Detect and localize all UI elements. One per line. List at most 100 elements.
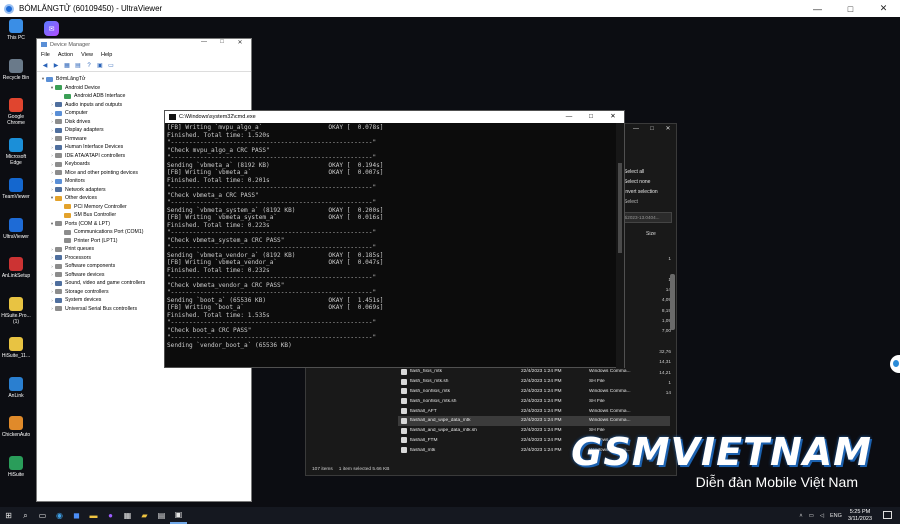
store-taskbar-icon[interactable]: ▦ xyxy=(119,507,136,524)
device-category-icon xyxy=(64,238,71,244)
zalo-taskbar-icon[interactable]: ◼ xyxy=(68,507,85,524)
chevron-up-icon[interactable]: ˄ xyxy=(799,513,802,519)
file-row[interactable]: flash_nonhlos_mtk 22/4/2023 1:24 PM Window… xyxy=(398,387,670,397)
minimize-button[interactable]: — xyxy=(801,0,834,17)
desktop-icon-recycle-bin[interactable]: Recycle Bin xyxy=(0,59,32,81)
clock[interactable]: 5:25 PM 3/11/2023 xyxy=(848,509,872,522)
folder-taskbar-icon[interactable]: ▰ xyxy=(136,507,153,524)
desktop-icon-anlinksetup[interactable]: AnLinkSetup xyxy=(0,257,32,279)
device-manager-taskbar-icon[interactable]: ▤ xyxy=(153,507,170,524)
menu-view[interactable]: View xyxy=(81,52,93,58)
menu-file[interactable]: File xyxy=(41,52,50,58)
file-row[interactable]: flash_hlos_mtk.sh 22/4/2023 1:24 PM SH Fil… xyxy=(398,377,670,387)
window-title: BÓMLĂNGTỬ (60109450) - UltraViewer xyxy=(19,4,163,13)
file-row[interactable]: flash_nonhlos_mtk.sh 22/4/2023 1:24 PM SH … xyxy=(398,396,670,406)
tree-node-android-device[interactable]: ▾ Android Device xyxy=(40,84,251,93)
messenger-taskbar-icon[interactable]: ● xyxy=(102,507,119,524)
remote-desktop[interactable]: This PC Recycle Bin Google Chrome Microsoft… xyxy=(0,17,900,507)
messenger-icon[interactable]: ✉ xyxy=(44,21,59,36)
size-cell: 14 xyxy=(665,287,671,293)
explorer-taskbar-icon[interactable]: ▬ xyxy=(85,507,102,524)
desktop-icon-hisuite[interactable]: HiSuite xyxy=(0,456,32,478)
desktop-icon-label: HiSuite_11... xyxy=(1,353,31,359)
cmd-line: "---------------------------------------… xyxy=(167,184,377,191)
file-icon xyxy=(401,378,407,385)
menu-action[interactable]: Action xyxy=(58,52,73,58)
volume-icon[interactable]: ◁ xyxy=(820,513,824,519)
explorer-minimize-button[interactable]: — xyxy=(628,124,644,135)
desktop-icon-hisuite-pro-1[interactable]: HiSuite.Pro... (1) xyxy=(0,297,32,325)
search-box[interactable]: ti2023-13.0404... xyxy=(622,212,672,223)
cmd-maximize-button[interactable]: □ xyxy=(580,111,602,123)
invert-selection-button[interactable]: Invert selection xyxy=(624,187,674,197)
file-icon xyxy=(401,398,407,405)
desktop-icon-hisuite-11[interactable]: HiSuite_11... xyxy=(0,337,32,359)
close-button[interactable]: ✕ xyxy=(867,0,900,17)
maximize-button[interactable]: □ xyxy=(834,0,867,17)
language-indicator[interactable]: ENG xyxy=(830,513,842,519)
size-cell: 7,00 xyxy=(661,328,671,334)
explorer-close-button[interactable]: ✕ xyxy=(660,124,676,135)
file-icon xyxy=(401,447,407,454)
device-category-icon xyxy=(55,297,62,303)
tree-node-android-adb-interface[interactable]: Android ADB Interface xyxy=(40,92,251,101)
select-none-button[interactable]: Select none xyxy=(624,177,674,187)
back-arrow-icon[interactable]: ◀ xyxy=(41,62,49,69)
tree-node-label: System devices xyxy=(65,297,102,304)
devmgr-maximize-button[interactable]: □ xyxy=(213,39,231,46)
details-icon[interactable]: ▤ xyxy=(74,62,82,69)
desktop-icon-anlink[interactable]: AnLink xyxy=(0,377,32,399)
desktop-icon-chickenauto[interactable]: ChickenAuto xyxy=(0,416,32,438)
forward-arrow-icon[interactable]: ▶ xyxy=(52,62,60,69)
tree-node-label: Processors xyxy=(65,254,91,261)
notification-icon[interactable] xyxy=(883,511,892,519)
file-name: flash_nonhlos_mtk xyxy=(410,388,450,394)
start-windows-icon[interactable]: ⊞ xyxy=(0,507,17,524)
cmd-minimize-button[interactable]: — xyxy=(558,111,580,123)
cmd-window[interactable]: C:\Windows\system32\cmd.exe — □ ✕ [FB] W… xyxy=(164,110,625,368)
size-column-header[interactable]: Size xyxy=(646,231,656,237)
file-row[interactable]: flashall_and_wipe_data_mtk 22/4/2023 1:24… xyxy=(398,415,670,426)
desktop-icon-teamviewer[interactable]: TeamViewer xyxy=(0,178,32,200)
tree-node-label: Human Interface Devices xyxy=(65,144,124,151)
side-chat-bubble-icon[interactable] xyxy=(890,355,900,373)
file-row[interactable]: flashall_AFT 22/4/2023 1:24 PM Windows Com… xyxy=(398,406,670,416)
device-manager-toolbar: ◀ ▶ ▦ ▤ ? ▣ ▭ xyxy=(37,60,251,72)
cmd-taskbar-icon[interactable]: ▣ xyxy=(170,507,187,524)
search-icon[interactable]: ⌕ xyxy=(17,507,34,524)
cmd-output[interactable]: [FB] Writing `mvpu_algo_a` OKAY [ 0.078s… xyxy=(165,123,624,368)
file-type: Windows Comma... xyxy=(589,369,631,375)
desktop-icon-label: TeamViewer xyxy=(2,194,30,200)
file-name: flash_hlos_mtk xyxy=(410,369,442,375)
update-driver-icon[interactable]: ▣ xyxy=(96,62,104,69)
select-group-label: Select xyxy=(624,199,638,205)
explorer-maximize-button[interactable]: □ xyxy=(644,124,660,135)
recycle-bin-icon xyxy=(9,59,23,73)
explorer-scrollbar-thumb[interactable] xyxy=(670,274,675,330)
tree-node-label: Firmware xyxy=(65,135,87,142)
desktop-icon-ultraviewer[interactable]: UltraViewer xyxy=(0,218,32,240)
select-all-button[interactable]: Select all xyxy=(624,167,674,177)
desktop-icon-google-chrome[interactable]: Google Chrome xyxy=(0,98,32,126)
edge-taskbar-icon[interactable]: ◉ xyxy=(51,507,68,524)
desktop-icon-microsoft-edge[interactable]: Microsoft Edge xyxy=(0,138,32,166)
menu-help[interactable]: Help xyxy=(101,52,112,58)
file-row[interactable]: flash_hlos_mtk 22/4/2023 1:24 PM Windows C… xyxy=(398,367,670,377)
tree-node-b-ml-ngt[interactable]: ▾ BớmLăngTử xyxy=(40,75,251,84)
cmd-scrollbar[interactable] xyxy=(616,123,624,368)
devmgr-close-button[interactable]: ✕ xyxy=(231,39,249,46)
watermark-brand: GSMVIETNAM xyxy=(571,430,872,474)
monitor-scan-icon[interactable]: ▭ xyxy=(107,62,115,69)
device-category-icon xyxy=(55,136,62,142)
cmd-close-button[interactable]: ✕ xyxy=(602,111,624,123)
tree-node-audio-inputs-and-outputs[interactable]: › Audio inputs and outputs xyxy=(40,101,251,110)
tree-node-label: Network adapters xyxy=(65,186,106,193)
desktop-icon-this-pc[interactable]: This PC xyxy=(0,19,32,41)
cmd-scrollbar-thumb[interactable] xyxy=(618,163,622,253)
properties-icon[interactable]: ▦ xyxy=(63,62,71,69)
task-view-icon[interactable]: ▭ xyxy=(34,507,51,524)
devmgr-minimize-button[interactable]: — xyxy=(195,39,213,46)
network-icon[interactable]: ▭ xyxy=(809,513,814,519)
help-icon[interactable]: ? xyxy=(85,62,93,69)
file-name: flashall_FTM xyxy=(410,437,438,443)
